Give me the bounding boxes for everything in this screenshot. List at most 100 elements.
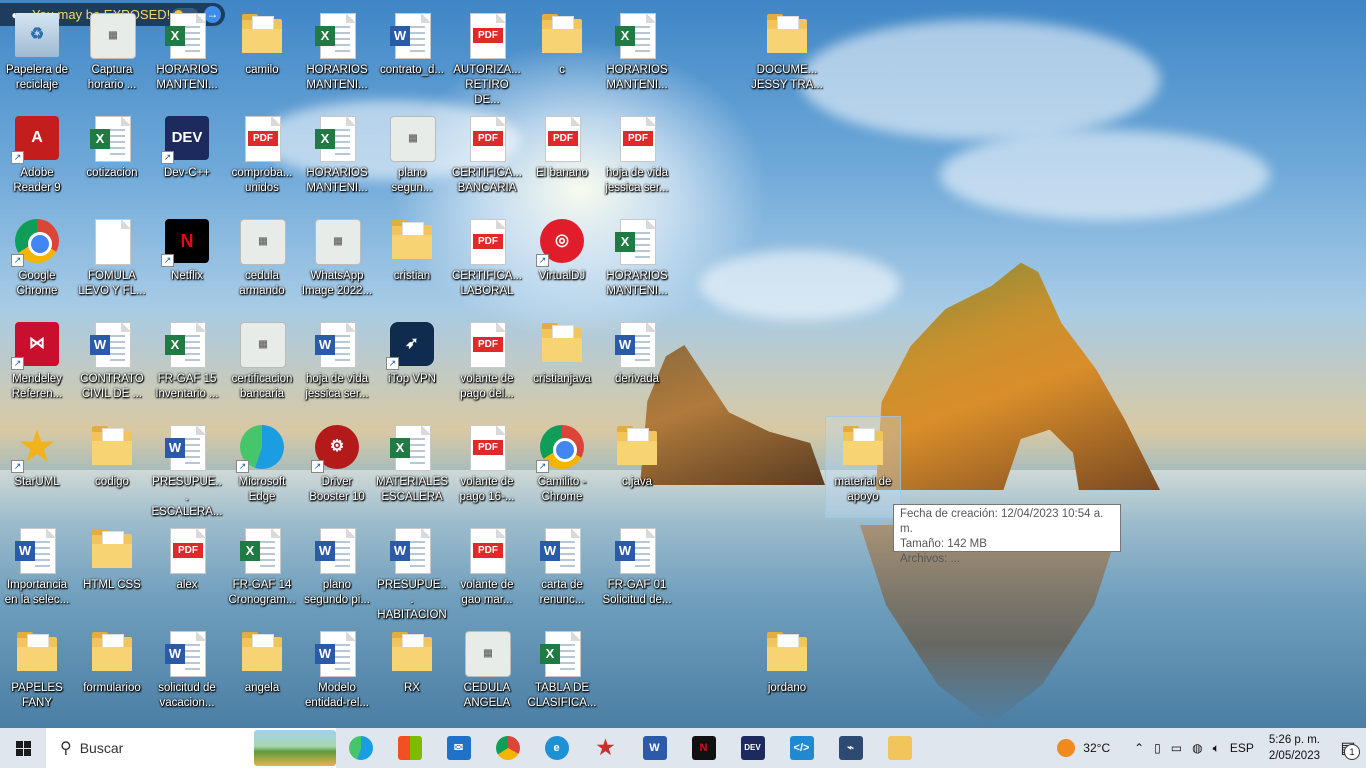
- start-button[interactable]: [0, 728, 46, 768]
- desktop-icon-folder[interactable]: codigo: [75, 417, 149, 517]
- desktop-icon-word[interactable]: W Modelo entidad-rel...: [300, 623, 374, 723]
- desktop-icon-excel[interactable]: X HORARIOS MANTENI...: [300, 5, 374, 105]
- clock[interactable]: 5:26 p. m. 2/05/2023: [1259, 732, 1330, 764]
- desktop-icon-folder[interactable]: cristian: [375, 211, 449, 311]
- desktop-icon-pdf[interactable]: PDF El banano: [525, 108, 599, 208]
- desktop-icon-itop[interactable]: ➶ ↗ iTop VPN: [375, 314, 449, 414]
- desktop-icon-word[interactable]: W FR-GAF 01 Solicitud de...: [600, 520, 674, 620]
- desktop-icon-pdf[interactable]: PDF CERTIFICA... LABORAL: [450, 211, 524, 311]
- desktop-icon-folder[interactable]: RX: [375, 623, 449, 723]
- desktop-icon-pdf[interactable]: PDF volante de pago 16-...: [450, 417, 524, 517]
- desktop-icon-folder[interactable]: camilo: [225, 5, 299, 105]
- desktop-icon-word[interactable]: W Importancia en la selec...: [0, 520, 74, 620]
- desktop-icon-folder[interactable]: PAPELES FANY: [0, 623, 74, 723]
- desktop-icon-word[interactable]: W PRESUPUE... HABITACION: [375, 520, 449, 621]
- desktop-icon-edge[interactable]: ↗ Microsoft Edge: [225, 417, 299, 517]
- desktop-icon-mendeley[interactable]: ⋈ ↗ Mendeley Referen...: [0, 314, 74, 414]
- desktop-icon-word[interactable]: Wcontrato_d...: [375, 5, 449, 105]
- desktop-icon-folder[interactable]: cristianjava: [525, 314, 599, 414]
- folder-icon: [763, 11, 811, 59]
- image-icon: ▦: [238, 320, 286, 368]
- desktop-icon-pdf[interactable]: PDF alex: [150, 520, 224, 620]
- desktop-icon-label: c: [559, 64, 565, 76]
- desktop-icon-label: hoja de vida jessica ser...: [605, 167, 669, 194]
- desktop-icon-adobe[interactable]: A ↗ Adobe Reader 9: [0, 108, 74, 208]
- pen-icon[interactable]: ▯: [1149, 741, 1166, 755]
- desktop-icon-netflix[interactable]: N ↗ Netflix: [150, 211, 224, 311]
- network-icon[interactable]: ◍: [1187, 741, 1207, 755]
- edge-icon[interactable]: [336, 728, 385, 768]
- desktop-icon-folder[interactable]: jordano: [750, 623, 824, 723]
- desktop-icon-folder[interactable]: formularioo: [75, 623, 149, 723]
- desktop-icon-excel[interactable]: X HORARIOS MANTENI...: [600, 5, 674, 105]
- battery-icon[interactable]: ▭: [1166, 741, 1187, 755]
- desktop-icon-word[interactable]: Whoja de vida jessica ser...: [300, 314, 374, 414]
- vscode-icon[interactable]: </>: [777, 728, 826, 768]
- store-icon[interactable]: [385, 728, 434, 768]
- terminal-icon[interactable]: ⌁: [826, 728, 875, 768]
- desktop-icon-folder[interactable]: DOCUME... JESSY TRA...: [750, 5, 824, 105]
- desktop-icon-recycle[interactable]: ♻ Papelera de reciclaje: [0, 5, 74, 105]
- desktop-icon-word[interactable]: W PRESUPUE... ESCALERA...: [150, 417, 224, 518]
- chrome-icon[interactable]: [483, 728, 532, 768]
- chevron-up-icon[interactable]: ⌃: [1129, 741, 1149, 755]
- desktop-icon-folder[interactable]: c.java: [600, 417, 674, 517]
- desktop-icon-pdf[interactable]: PDF volante de gao mar...: [450, 520, 524, 620]
- desktop-icon-virtualdj[interactable]: ◎ ↗ VirtualDJ: [525, 211, 599, 311]
- desktop-icon-pdf[interactable]: PDF volante de pago del...: [450, 314, 524, 414]
- desktop-icon-excel[interactable]: X FR-GAF 15 Inventario ...: [150, 314, 224, 414]
- desktop-icon-chrome[interactable]: ↗ Google Chrome: [0, 211, 74, 311]
- explorer-icon[interactable]: [875, 728, 924, 768]
- devcpp-icon[interactable]: DEV: [728, 728, 777, 768]
- desktop-icon-word[interactable]: W CONTRATO CIVIL DE ...: [75, 314, 149, 414]
- desktop-icon-label: camilo: [245, 64, 279, 76]
- desktop-icon-excel[interactable]: X TABLA DE CLASIFICA...: [525, 623, 599, 723]
- word-icon[interactable]: W: [630, 728, 679, 768]
- word-icon: W: [163, 423, 211, 471]
- desktop-icon-label: TABLA DE CLASIFICA...: [527, 682, 597, 709]
- desktop-icon-image[interactable]: ▦ WhatsApp Image 2022...: [300, 211, 374, 311]
- netflix-icon[interactable]: N: [679, 728, 728, 768]
- desktop-icon-pdf[interactable]: PDF CERTIFICA... BANCARIA: [450, 108, 524, 208]
- desktop-icon-blank[interactable]: FOMULA LEVO Y FL...: [75, 211, 149, 311]
- language-indicator[interactable]: ESP: [1225, 741, 1259, 755]
- mail-icon[interactable]: ✉: [434, 728, 483, 768]
- weather-widget[interactable]: 32°C: [1052, 739, 1115, 757]
- desktop-icon-excel[interactable]: X HORARIOS MANTENI...: [600, 211, 674, 311]
- desktop-icon-pdf[interactable]: PDF hoja de vida jessica ser...: [600, 108, 674, 208]
- image-icon: ▦: [463, 629, 511, 677]
- desktop-icon-word[interactable]: Wcarta de renunc...: [525, 520, 599, 620]
- desktop-icon-excel[interactable]: Xcotizacion: [75, 108, 149, 208]
- desktop-icon-image[interactable]: ▦ Captura horario ...: [75, 5, 149, 105]
- desktop-icon-folder[interactable]: angela: [225, 623, 299, 723]
- desktop-icon-word[interactable]: Wderivada: [600, 314, 674, 414]
- desktop-icon-image[interactable]: ▦ certificacion bancaria: [225, 314, 299, 414]
- desktop-icon-folder[interactable]: c: [525, 5, 599, 105]
- desktop-icon-excel[interactable]: X FR-GAF 14 Cronogram...: [225, 520, 299, 620]
- desktop-icon-pdf[interactable]: PDF AUTORIZA... RETIRO DE...: [450, 5, 524, 106]
- desktop-icon-devcpp[interactable]: DEV ↗ Dev-C++: [150, 108, 224, 208]
- desktop-icon-pdf[interactable]: PDF comproba... unidos: [225, 108, 299, 208]
- desktop-icon-image[interactable]: ▦ CEDULA ANGELA: [450, 623, 524, 723]
- desktop-icon-chrome[interactable]: ↗ Camilito - Chrome: [525, 417, 599, 517]
- desktop-icon-label: Driver Booster 10: [309, 476, 365, 503]
- desktop-icon-word[interactable]: Wsolicitud de vacacion...: [150, 623, 224, 723]
- pdf-icon: PDF: [463, 114, 511, 162]
- desktop-icon-word[interactable]: Wplano segundo pi...: [300, 520, 374, 620]
- desktop-icon-folder[interactable]: HTML CSS: [75, 520, 149, 620]
- desktop-icon-staruml[interactable]: ★ ↗ StarUML: [0, 417, 74, 517]
- folder-icon: [763, 629, 811, 677]
- desktop-icon-excel[interactable]: X MATERIALES ESCALERA: [375, 417, 449, 517]
- volume-icon[interactable]: 🔈︎: [1208, 741, 1225, 756]
- ie-icon[interactable]: e: [532, 728, 581, 768]
- desktop-icon-image[interactable]: ▦ cedula armando: [225, 211, 299, 311]
- notification-icon[interactable]: ▤ 1: [1330, 728, 1366, 768]
- desktop-icon-folder[interactable]: material de apoyo: [825, 416, 901, 518]
- taskbar-search[interactable]: ⚲ Buscar: [46, 728, 336, 768]
- desktop-icon-image[interactable]: ▦ plano segun...: [375, 108, 449, 208]
- staruml-icon[interactable]: ★: [581, 728, 630, 768]
- desktop-icon-excel[interactable]: X HORARIOS MANTENI...: [300, 108, 374, 208]
- edge-icon: ↗: [236, 423, 286, 473]
- desktop-icon-driver[interactable]: ⚙ ↗ Driver Booster 10: [300, 417, 374, 517]
- desktop-icon-excel[interactable]: X HORARIOS MANTENI...: [150, 5, 224, 105]
